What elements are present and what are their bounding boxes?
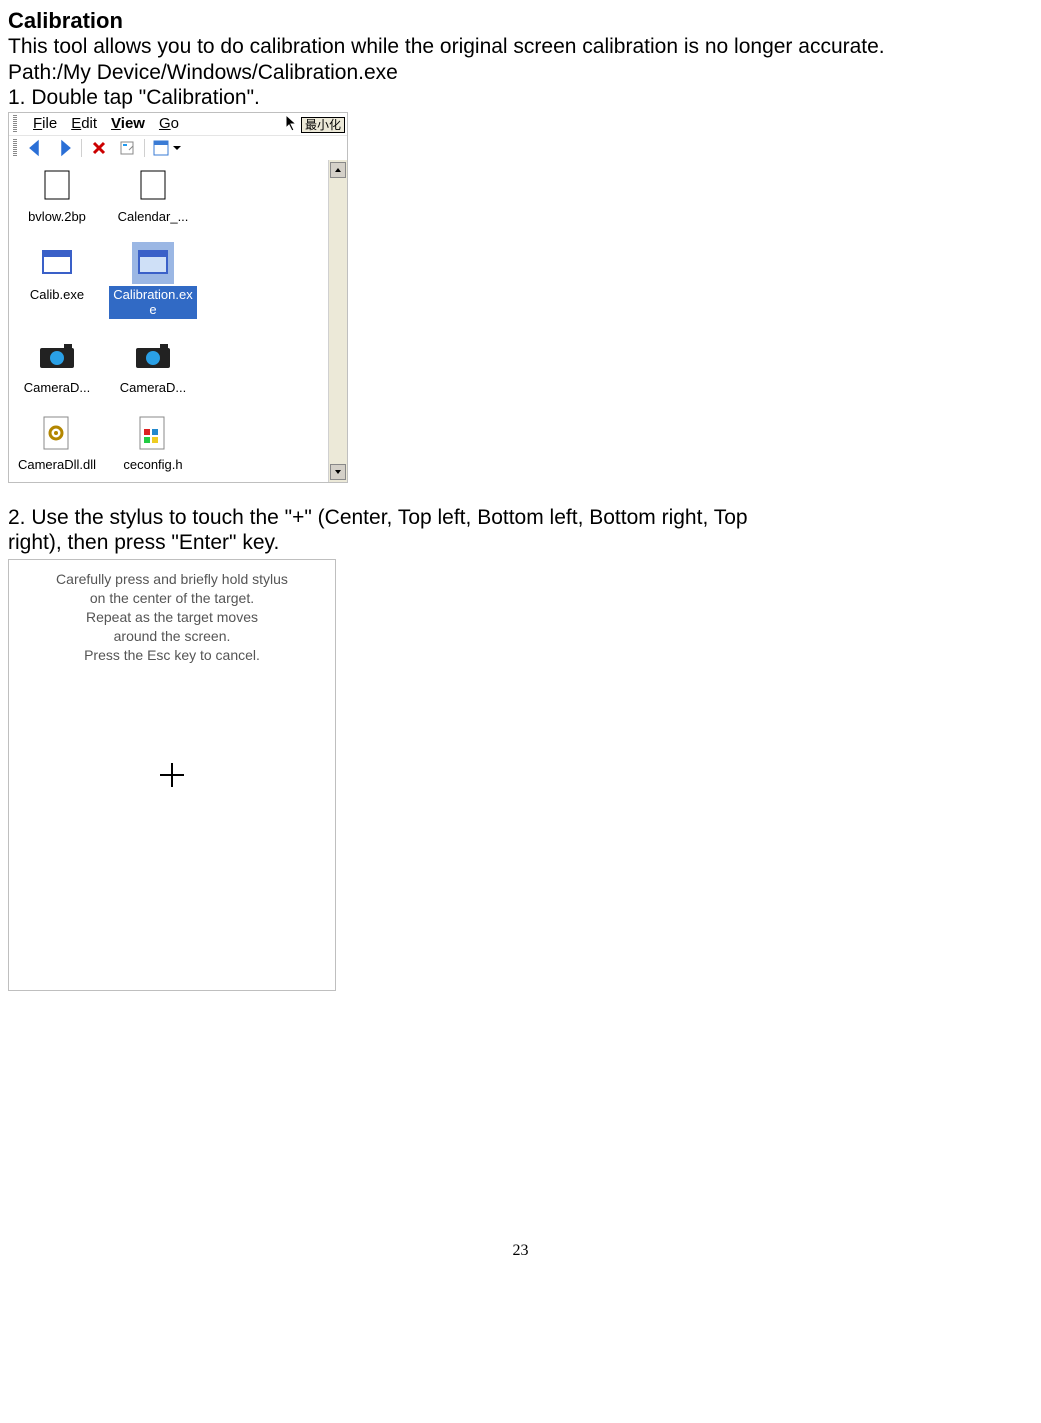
forward-button[interactable]	[53, 138, 75, 158]
file-icon	[132, 164, 174, 206]
calibration-screenshot: Carefully press and briefly hold stylus …	[8, 559, 336, 991]
file-label: ceconfig.h	[119, 456, 186, 474]
menu-edit[interactable]: Edit	[71, 115, 97, 133]
file-label: bvlow.2bp	[24, 208, 90, 226]
file-label: Calendar_...	[114, 208, 193, 226]
calib-instruction-line: on the center of the target.	[9, 589, 335, 608]
back-button[interactable]	[25, 138, 47, 158]
file-item-calendar[interactable]: Calendar_...	[109, 164, 197, 226]
menu-view[interactable]: View	[111, 115, 145, 133]
file-item-calib[interactable]: Calib.exe	[13, 242, 101, 319]
section-heading: Calibration	[8, 8, 1033, 34]
file-label: CameraDll.dll	[14, 456, 100, 474]
calib-instruction-line: Carefully press and briefly hold stylus	[9, 570, 335, 589]
toolbar-grip-icon	[13, 115, 17, 133]
menu-go[interactable]: Go	[159, 115, 179, 133]
file-item-cameradll[interactable]: CameraDll.dll	[13, 412, 101, 474]
toolbar-grip-icon	[13, 139, 17, 157]
view-mode-button[interactable]	[151, 138, 183, 158]
camera-icon	[132, 335, 174, 377]
intro-text: This tool allows you to do calibration w…	[8, 34, 1033, 59]
file-label: Calibration.exe	[109, 286, 197, 319]
step2-text-line1: 2. Use the stylus to touch the "+" (Cent…	[8, 505, 1033, 530]
scrollbar[interactable]	[328, 160, 347, 482]
file-item-camerad1[interactable]: CameraD...	[13, 335, 101, 397]
file-item-ceconfig[interactable]: ceconfig.h	[109, 412, 197, 474]
step2-text-line2: right), then press "Enter" key.	[8, 530, 1033, 555]
delete-button[interactable]	[88, 138, 110, 158]
window-icon	[36, 242, 78, 284]
toolbar	[9, 135, 347, 160]
scroll-up-icon[interactable]	[330, 162, 346, 178]
file-label: CameraD...	[20, 379, 94, 397]
toolbar-separator	[144, 139, 145, 157]
toolbar-separator	[81, 139, 82, 157]
properties-button[interactable]	[116, 138, 138, 158]
calib-instruction-line: around the screen.	[9, 627, 335, 646]
file-explorer-screenshot: File Edit View Go 最小化	[8, 112, 348, 483]
h-file-icon	[132, 412, 174, 454]
calib-instruction-line: Repeat as the target moves	[9, 608, 335, 627]
cursor-icon	[285, 114, 299, 136]
file-label: Calib.exe	[26, 286, 88, 304]
calib-instruction-line: Press the Esc key to cancel.	[9, 646, 335, 665]
page-number: 23	[8, 1241, 1033, 1260]
menu-file[interactable]: File	[33, 115, 57, 133]
file-item-bvlow[interactable]: bvlow.2bp	[13, 164, 101, 226]
minimize-button[interactable]: 最小化	[301, 117, 345, 133]
window-icon	[132, 242, 174, 284]
dll-icon	[36, 412, 78, 454]
file-item-camerad2[interactable]: CameraD...	[109, 335, 197, 397]
file-item-calibration[interactable]: Calibration.exe	[109, 242, 197, 319]
menu-bar: File Edit View Go 最小化	[9, 113, 347, 135]
file-label: CameraD...	[116, 379, 190, 397]
scroll-down-icon[interactable]	[330, 464, 346, 480]
path-text: Path:/My Device/Windows/Calibration.exe	[8, 60, 1033, 85]
camera-icon	[36, 335, 78, 377]
file-icon	[36, 164, 78, 206]
step1-text: 1. Double tap "Calibration".	[8, 85, 1033, 110]
